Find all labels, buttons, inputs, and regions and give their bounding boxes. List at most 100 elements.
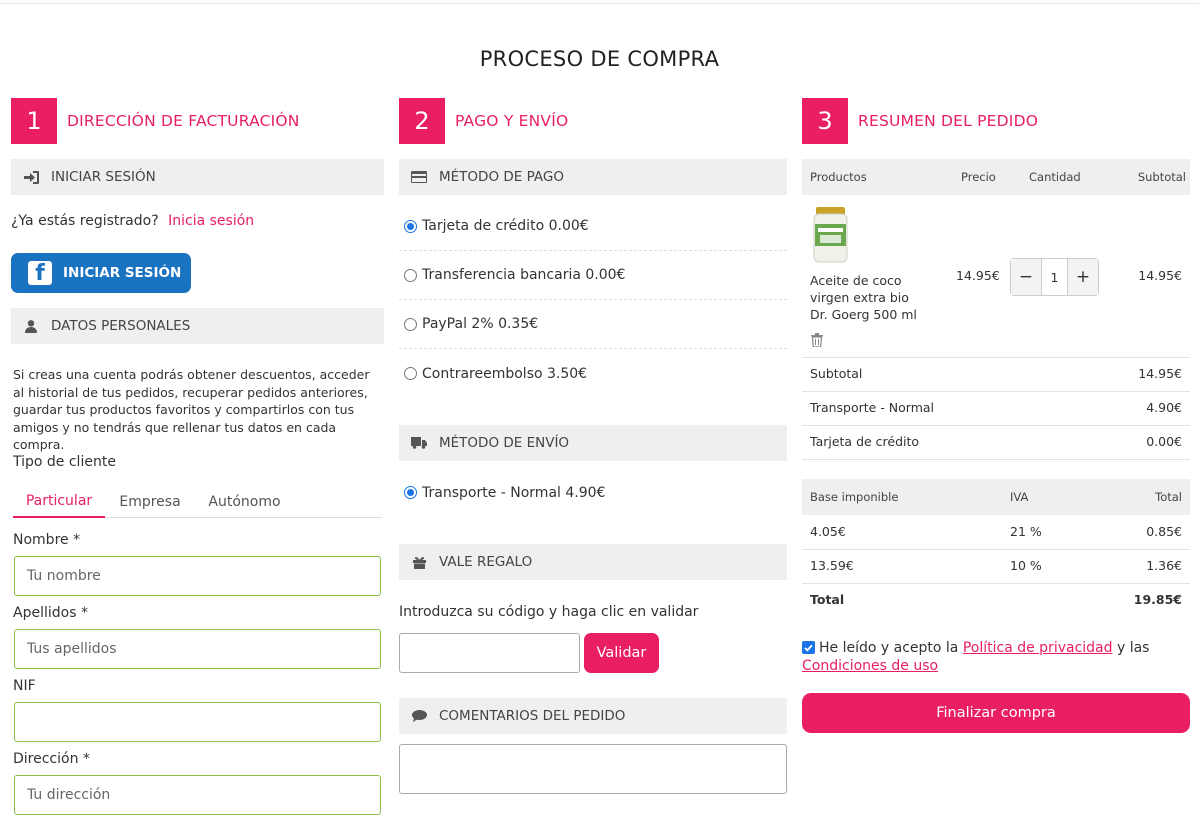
step-number: 3 [802, 98, 848, 144]
header-products: Productos [810, 170, 867, 184]
tax-total: 0.85€ [1146, 524, 1182, 539]
step-title: DIRECCIÓN DE FACTURACIÓN [67, 112, 300, 130]
user-icon [11, 319, 51, 333]
quantity-increase-button[interactable]: + [1068, 259, 1098, 295]
tax-rate: 10 % [1010, 558, 1042, 573]
product-price: 14.95€ [956, 268, 1000, 283]
billing-column: 1 DIRECCIÓN DE FACTURACIÓN INICIAR SESIÓ… [11, 98, 384, 815]
radio-button[interactable] [404, 219, 417, 233]
payment-method-bar: MÉTODO DE PAGO [399, 159, 787, 195]
step-title: PAGO Y ENVÍO [455, 112, 569, 130]
gift-instructions: Introduzca su código y haga clic en vali… [399, 604, 699, 620]
payment-option-label: Tarjeta de crédito 0.00€ [422, 218, 589, 234]
header-tax-total: Total [1155, 490, 1182, 504]
registered-row: ¿Ya estás registrado? Inicia sesión [11, 213, 254, 229]
first-name-label: Nombre * [13, 532, 81, 548]
tab-empresa[interactable]: Empresa [105, 486, 195, 518]
trash-icon[interactable] [811, 332, 823, 351]
legal-acceptance-text: He leído y acepto la Política de privaci… [802, 639, 1190, 675]
nif-field[interactable] [14, 702, 381, 742]
last-name-field[interactable]: Tus apellidos [14, 629, 381, 669]
step-number: 2 [399, 98, 445, 144]
header-quantity: Cantidad [1029, 170, 1081, 184]
quantity-stepper: − 1 + [1010, 258, 1099, 296]
step-title: RESUMEN DEL PEDIDO [858, 112, 1039, 130]
payment-option-transfer[interactable]: Transferencia bancaria 0.00€ [399, 251, 787, 300]
terms-link[interactable]: Condiciones de uso [802, 658, 938, 674]
quantity-value[interactable]: 1 [1041, 259, 1068, 295]
finish-purchase-button[interactable]: Finalizar compra [802, 693, 1190, 733]
facebook-login-button[interactable]: f INICIAR SESIÓN [11, 253, 191, 293]
totals-label: Transporte - Normal [810, 400, 935, 415]
payment-option-label: Contrareembolso 3.50€ [422, 365, 588, 382]
personal-data-bar: DATOS PERSONALES [11, 308, 384, 344]
legal-prefix: He leído y acepto la [819, 640, 959, 656]
validate-button[interactable]: Validar [584, 633, 659, 673]
order-comments-bar: COMENTARIOS DEL PEDIDO [399, 698, 787, 734]
payment-option-cod[interactable]: Contrareembolso 3.50€ [399, 349, 787, 398]
personal-data-label: DATOS PERSONALES [51, 318, 191, 334]
payment-option-label: Transferencia bancaria 0.00€ [422, 267, 626, 283]
radio-button[interactable] [404, 317, 417, 331]
totals-label: Subtotal [810, 366, 863, 381]
product-name[interactable]: Aceite de coco virgen extra bio Dr. Goer… [810, 272, 930, 323]
account-benefits-text: Si creas una cuenta podrás obtener descu… [13, 367, 370, 452]
products-table-header: Productos Precio Cantidad Subtotal [802, 159, 1190, 195]
login-section-bar[interactable]: INICIAR SESIÓN [11, 159, 384, 195]
gift-icon [399, 556, 439, 569]
divider [802, 357, 1190, 358]
product-image [812, 206, 849, 264]
tax-total: 1.36€ [1146, 558, 1182, 573]
radio-button[interactable] [404, 268, 417, 282]
address-field[interactable]: Tu dirección [14, 775, 381, 815]
tax-base: 13.59€ [810, 558, 854, 573]
shipping-method-bar: MÉTODO DE ENVÍO [399, 425, 787, 461]
login-section-label: INICIAR SESIÓN [51, 169, 156, 185]
divider [802, 549, 1190, 550]
divider [802, 583, 1190, 584]
payment-option-label: PayPal 2% 0.35€ [422, 316, 539, 332]
page-title: PROCESO DE COMPRA [479, 47, 720, 71]
client-type-label: Tipo de cliente [13, 454, 116, 470]
shipping-method-label: MÉTODO DE ENVÍO [439, 435, 570, 451]
login-link[interactable]: Inicia sesión [168, 213, 254, 229]
payment-option-card[interactable]: Tarjeta de crédito 0.00€ [399, 202, 787, 251]
product-subtotal: 14.95€ [1138, 268, 1182, 283]
legal-middle: y las [1116, 640, 1150, 656]
header-price: Precio [961, 170, 996, 184]
first-name-field[interactable]: Tu nombre [14, 556, 381, 596]
last-name-label: Apellidos * [13, 605, 88, 621]
step-header-billing: 1 DIRECCIÓN DE FACTURACIÓN [11, 98, 384, 144]
order-comments-textarea[interactable] [399, 744, 787, 794]
radio-button[interactable] [404, 367, 417, 380]
top-divider [0, 3, 1199, 4]
tax-rate: 21 % [1010, 524, 1042, 539]
sign-in-icon [11, 170, 51, 184]
header-subtotal: Subtotal [1137, 170, 1186, 184]
payment-option-paypal[interactable]: PayPal 2% 0.35€ [399, 300, 787, 349]
tab-particular[interactable]: Particular [13, 486, 105, 518]
registered-text: ¿Ya estás registrado? [11, 213, 159, 229]
voucher-code-input[interactable] [399, 633, 580, 673]
tax-base: 4.05€ [810, 524, 846, 539]
address-label: Dirección * [13, 751, 90, 767]
order-comments-label: COMENTARIOS DEL PEDIDO [439, 708, 626, 724]
tab-autonomo[interactable]: Autónomo [195, 486, 294, 518]
payment-column: 2 PAGO Y ENVÍO MÉTODO DE PAGO Tarjeta de… [399, 98, 787, 794]
quantity-decrease-button[interactable]: − [1011, 259, 1041, 295]
radio-button[interactable] [404, 486, 417, 499]
facebook-login-label: INICIAR SESIÓN [63, 265, 182, 281]
grand-total-label: Total [810, 592, 845, 607]
header-tax-base: Base imponible [810, 490, 899, 504]
grand-total-value: 19.85€ [1133, 592, 1182, 607]
shipping-option-normal[interactable]: Transporte - Normal 4.90€ [399, 468, 787, 517]
credit-card-icon [399, 171, 439, 183]
privacy-policy-link[interactable]: Política de privacidad [963, 640, 1113, 656]
comment-icon [399, 710, 439, 722]
divider [802, 425, 1190, 426]
step-number: 1 [11, 98, 57, 144]
totals-value: 4.90€ [1146, 400, 1182, 415]
payment-method-label: MÉTODO DE PAGO [439, 169, 564, 185]
divider [802, 459, 1190, 460]
truck-icon [399, 437, 439, 449]
